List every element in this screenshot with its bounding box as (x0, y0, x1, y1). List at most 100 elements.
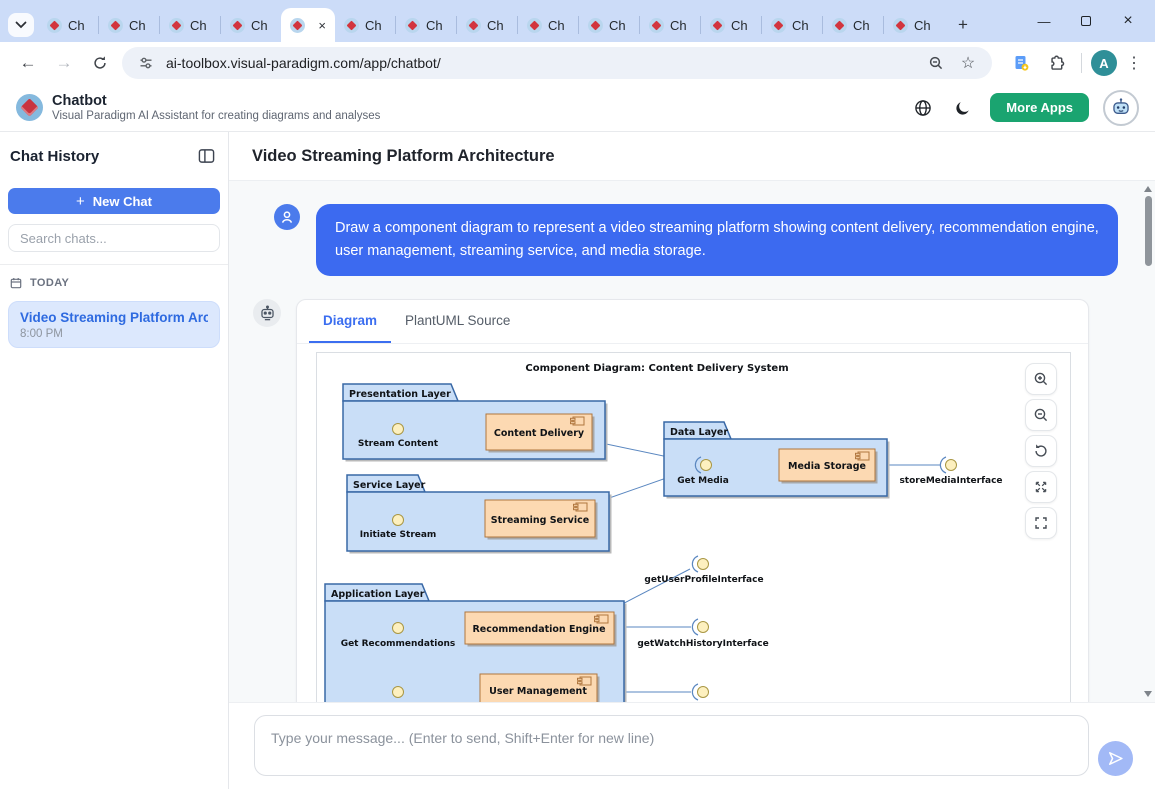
interface-stream-content: Stream Content (358, 439, 439, 449)
tab-label: Ch (853, 18, 870, 33)
zoom-page-icon[interactable] (924, 55, 948, 71)
diagram-zoom-controls (1025, 363, 1057, 539)
site-settings-icon[interactable] (134, 55, 158, 71)
chat-scroll-area[interactable]: Draw a component diagram to represent a … (229, 180, 1155, 702)
more-apps-button[interactable]: More Apps (990, 93, 1089, 122)
profile-avatar[interactable]: A (1091, 50, 1117, 76)
diagram-canvas[interactable]: Component Diagram: Content Delivery Syst… (316, 352, 1071, 702)
extensions-puzzle-icon[interactable] (1042, 48, 1072, 78)
chat-item-title: Video Streaming Platform Archi... (20, 310, 208, 325)
visual-paradigm-logo (16, 94, 43, 121)
bookmark-star-icon[interactable]: ☆ (956, 53, 980, 73)
toolbar-divider (1081, 53, 1082, 73)
visual-paradigm-favicon (527, 18, 542, 33)
url-text[interactable]: ai-toolbox.visual-paradigm.com/app/chatb… (166, 55, 916, 71)
reset-view-button[interactable] (1025, 435, 1057, 467)
calendar-icon (10, 277, 22, 289)
fullscreen-button[interactable] (1025, 507, 1057, 539)
close-button[interactable]: × (1107, 12, 1149, 30)
robot-icon (259, 305, 276, 322)
tab-close-icon[interactable]: × (318, 19, 326, 32)
visual-paradigm-favicon (169, 18, 184, 33)
interface-get-media: Get Media (677, 476, 729, 486)
browser-tab[interactable]: Ch (579, 8, 639, 42)
maximize-icon (1081, 16, 1091, 26)
chevron-down-icon (15, 21, 27, 29)
reading-list-icon[interactable] (1006, 48, 1036, 78)
tab-plantuml-source[interactable]: PlantUML Source (391, 300, 524, 343)
visual-paradigm-favicon (108, 18, 123, 33)
tab-label: Ch (68, 18, 85, 33)
package-data-label: Data Layer (670, 427, 728, 438)
scrollbar-thumb[interactable] (1145, 196, 1152, 266)
browser-toolbar: ← → ai-toolbox.visual-paradigm.com/app/c… (0, 42, 1155, 84)
visual-paradigm-favicon (344, 18, 359, 33)
today-section-header: TODAY (0, 265, 228, 295)
browser-tab[interactable]: Ch (457, 8, 517, 42)
browser-tab[interactable]: Ch (762, 8, 822, 42)
app-name: Chatbot (52, 93, 380, 109)
component-content-delivery: Content Delivery (494, 428, 585, 439)
browser-tab[interactable]: Ch (701, 8, 761, 42)
tab-label: Ch (548, 18, 565, 33)
window-controls: — × (1023, 0, 1149, 42)
back-button[interactable]: ← (10, 46, 46, 80)
new-tab-button[interactable]: + (950, 12, 976, 38)
browser-tab[interactable]: Ch (38, 8, 98, 42)
browser-tab[interactable]: Ch (640, 8, 700, 42)
package-presentation-label: Presentation Layer (349, 389, 451, 400)
tab-label: Ch (365, 18, 382, 33)
browser-tab[interactable]: Ch (221, 8, 281, 42)
send-button[interactable] (1098, 741, 1133, 776)
collapse-sidebar-icon[interactable] (194, 144, 218, 168)
header-actions: More Apps (910, 90, 1139, 126)
visual-paradigm-favicon (290, 18, 305, 33)
interface-store-media: storeMediaInterface (899, 476, 1002, 486)
visual-paradigm-favicon (771, 18, 786, 33)
component-streaming-service: Streaming Service (491, 515, 589, 526)
language-globe-icon[interactable] (910, 95, 936, 121)
search-chats-input[interactable] (8, 224, 220, 252)
browser-tab[interactable]: Ch (335, 8, 395, 42)
message-input[interactable] (254, 715, 1089, 776)
chat-item-time: 8:00 PM (20, 328, 208, 340)
browser-tab-active[interactable]: × (281, 8, 335, 42)
new-chat-button[interactable]: + New Chat (8, 188, 220, 214)
dark-mode-moon-icon[interactable] (950, 95, 976, 121)
expand-button[interactable] (1025, 471, 1057, 503)
browser-tab[interactable]: Ch (823, 8, 883, 42)
vertical-scrollbar[interactable] (1142, 181, 1155, 702)
scroll-up-arrow[interactable] (1144, 186, 1152, 192)
component-diagram: Component Diagram: Content Delivery Syst… (317, 353, 1072, 702)
tab-label: Ch (609, 18, 626, 33)
tab-diagram[interactable]: Diagram (309, 300, 391, 343)
user-avatar (274, 204, 300, 230)
browser-tab[interactable]: Ch (884, 8, 944, 42)
browser-tab[interactable]: Ch (396, 8, 456, 42)
visual-paradigm-favicon (649, 18, 664, 33)
zoom-out-button[interactable] (1025, 399, 1057, 431)
maximize-button[interactable] (1065, 14, 1107, 29)
tab-label: Ch (251, 18, 268, 33)
forward-button[interactable]: → (46, 46, 82, 80)
browser-tab[interactable]: Ch (160, 8, 220, 42)
sidebar-header: Chat History (0, 132, 228, 180)
tab-search-button[interactable] (8, 13, 34, 37)
visual-paradigm-favicon (588, 18, 603, 33)
url-bar[interactable]: ai-toolbox.visual-paradigm.com/app/chatb… (122, 47, 992, 79)
reload-icon (92, 55, 108, 71)
zoom-in-button[interactable] (1025, 363, 1057, 395)
diagram-packages: Presentation Layer Service Layer Data La… (325, 384, 890, 702)
browser-menu-icon[interactable]: ⋮ (1123, 53, 1145, 73)
chat-history-item[interactable]: Video Streaming Platform Archi... 8:00 P… (8, 301, 220, 348)
visual-paradigm-favicon (405, 18, 420, 33)
package-service-label: Service Layer (353, 480, 426, 491)
scroll-down-arrow[interactable] (1144, 691, 1152, 697)
browser-tab[interactable]: Ch (99, 8, 159, 42)
chatbot-badge-icon[interactable] (1103, 90, 1139, 126)
tab-strip: Ch Ch Ch Ch × Ch Ch Ch Ch Ch Ch Ch Ch Ch… (0, 0, 1155, 42)
tab-label: Ch (487, 18, 504, 33)
browser-tab[interactable]: Ch (518, 8, 578, 42)
reload-button[interactable] (82, 46, 118, 80)
minimize-button[interactable]: — (1023, 14, 1065, 29)
